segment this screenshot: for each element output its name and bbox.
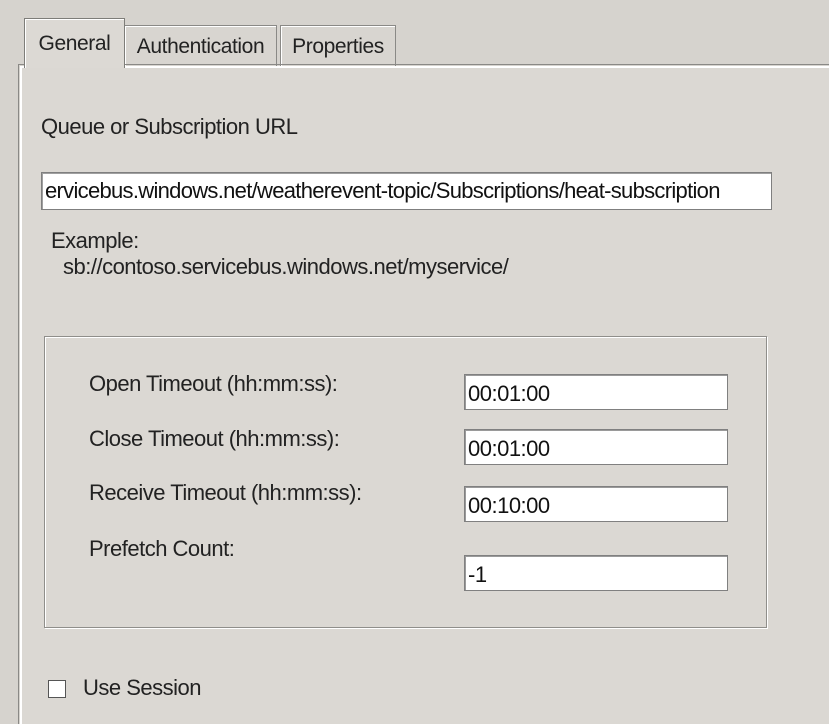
tab-general-label: General [38,31,111,55]
example-url-text: sb://contoso.servicebus.windows.net/myse… [63,254,509,279]
dialog-window: Authentication Properties General Queue … [0,0,829,724]
tab-properties-label: Properties [292,34,384,58]
prefetch-count-input[interactable] [464,555,728,591]
open-timeout-input[interactable] [464,374,728,410]
url-label: Queue or Subscription URL [41,114,298,139]
prefetch-count-label: Prefetch Count: [89,536,235,561]
subscription-url-input[interactable] [41,172,772,210]
example-label: Example: [51,228,139,253]
tab-authentication[interactable]: Authentication [124,25,277,67]
tab-properties[interactable]: Properties [280,25,396,67]
tab-authentication-label: Authentication [136,34,265,58]
open-timeout-label: Open Timeout (hh:mm:ss): [89,371,338,396]
use-session-checkbox[interactable] [48,680,66,698]
tab-general[interactable]: General [24,18,125,68]
receive-timeout-input[interactable] [464,486,728,522]
close-timeout-input[interactable] [464,429,728,465]
close-timeout-label: Close Timeout (hh:mm:ss): [89,426,340,451]
receive-timeout-label: Receive Timeout (hh:mm:ss): [89,480,362,505]
use-session-label[interactable]: Use Session [83,675,202,701]
